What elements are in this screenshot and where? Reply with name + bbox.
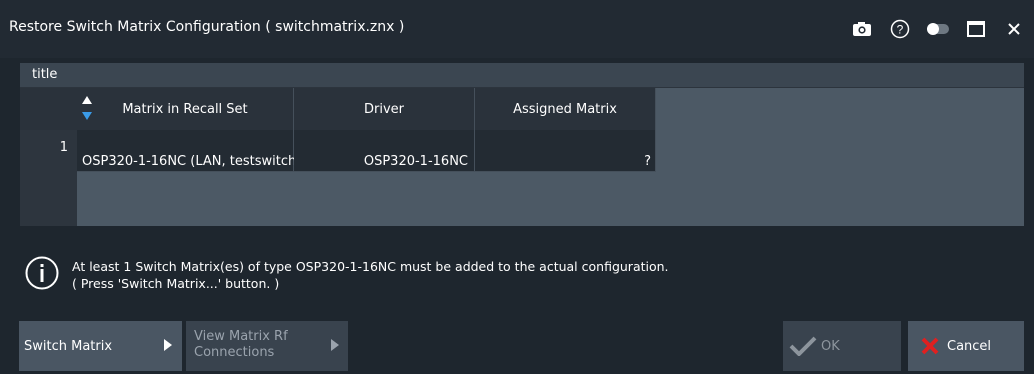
column-header-matrix-in-recall-set[interactable]: Matrix in Recall Set [77,88,294,130]
table-cell-assigned-matrix[interactable]: ? [475,130,656,172]
info-text: At least 1 Switch Matrix(es) of type OSP… [72,258,669,292]
toggle-icon[interactable] [922,13,954,45]
close-icon[interactable] [998,13,1030,45]
column-header-driver[interactable]: Driver [294,88,475,130]
info-line-2: ( Press 'Switch Matrix...' button. ) [72,276,280,291]
camera-icon[interactable] [846,13,878,45]
checkmark-icon [789,336,817,356]
ok-label: OK [821,339,840,354]
view-matrix-rf-connections-button[interactable]: View Matrix Rf Connections [186,321,348,371]
view-matrix-label-1: View Matrix Rf [194,329,288,344]
corner-header [20,88,78,130]
title-bar-icons: ? [840,0,1034,58]
column-header-label: Driver [363,101,404,117]
help-icon[interactable]: ? [884,13,916,45]
switch-matrix-button[interactable]: Switch Matrix [19,321,182,371]
maximize-icon[interactable] [960,13,992,45]
row-number[interactable]: 1 [20,130,77,172]
info-line-1: At least 1 Switch Matrix(es) of type OSP… [72,259,669,274]
view-matrix-label-2: Connections [194,345,275,360]
restore-switch-matrix-dialog: Restore Switch Matrix Configuration ( sw… [0,0,1034,374]
switch-matrix-label: Switch Matrix [24,339,113,354]
title-bar: Restore Switch Matrix Configuration ( sw… [0,0,1034,58]
panel-title: title [32,67,58,82]
svg-text:?: ? [897,23,904,37]
column-header-label: Assigned Matrix [513,101,617,117]
cancel-button[interactable]: Cancel [908,321,1024,371]
arrow-right-icon [331,339,339,351]
sort-arrows-icon[interactable] [81,92,93,126]
column-header-label: Matrix in Recall Set [122,101,248,117]
matrix-table: Matrix in Recall Set Driver Assigned Mat… [20,88,1024,226]
dialog-title: Restore Switch Matrix Configuration ( sw… [9,19,405,35]
info-message: At least 1 Switch Matrix(es) of type OSP… [25,254,1025,298]
table-cell-driver[interactable]: OSP320-1-16NC [294,130,475,172]
cancel-label: Cancel [947,339,992,354]
table-cell-matrix[interactable]: OSP320-1-16NC (LAN, testswitch) [77,130,301,172]
ok-button[interactable]: OK [783,321,901,371]
panel-title-bar: title [20,63,1024,88]
info-icon [25,256,59,290]
matrix-table-panel: title Matrix in Recall Set Driver Assign… [20,63,1024,226]
arrow-right-icon [164,339,172,351]
column-header-assigned-matrix[interactable]: Assigned Matrix [475,88,656,130]
cancel-x-icon [921,337,939,355]
